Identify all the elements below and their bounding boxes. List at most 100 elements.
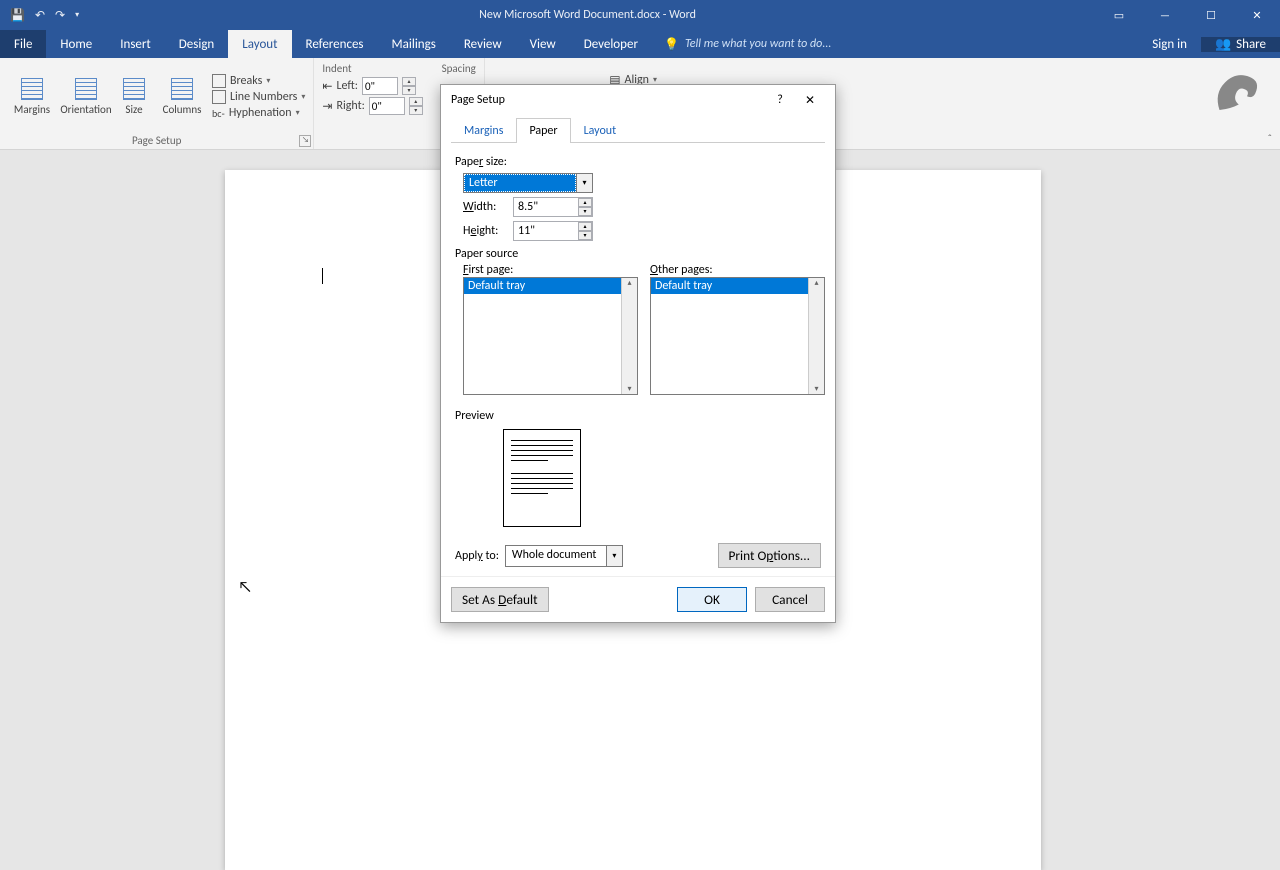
set-as-default-button[interactable]: Set As Default (451, 587, 549, 612)
chevron-down-icon[interactable]: ▾ (606, 546, 622, 566)
redo-icon[interactable]: ↷ (55, 8, 65, 23)
share-button[interactable]: 👥Share (1201, 37, 1280, 52)
paper-size-label: Paper size: (455, 155, 507, 169)
breaks-label: Breaks (230, 74, 262, 88)
listbox-scrollbar[interactable]: ▴▾ (621, 278, 637, 394)
tab-layout[interactable]: Layout (228, 30, 291, 58)
print-options-button[interactable]: Print Options... (718, 543, 822, 568)
window-controls: ▭ — ☐ ✕ (1096, 0, 1280, 30)
chevron-down-icon[interactable]: ▾ (576, 174, 592, 192)
spin-up[interactable]: ▴ (578, 198, 592, 207)
tab-developer[interactable]: Developer (570, 30, 652, 58)
title-bar: 💾 ↶ ↷ ▾ New Microsoft Word Document.docx… (0, 0, 1280, 30)
spin-up[interactable]: ▴ (402, 77, 416, 86)
listbox-scrollbar[interactable]: ▴▾ (808, 278, 824, 394)
other-pages-item[interactable]: Default tray (651, 278, 824, 294)
preview-label: Preview (455, 409, 821, 423)
tab-insert[interactable]: Insert (106, 30, 165, 58)
spacing-header: Spacing (442, 62, 476, 75)
window-title: New Microsoft Word Document.docx - Word (79, 8, 1096, 22)
breaks-button[interactable]: Breaks▾ (212, 74, 305, 88)
spin-down[interactable]: ▾ (578, 231, 592, 240)
spin-down[interactable]: ▾ (578, 207, 592, 216)
bulb-icon: 💡 (664, 37, 679, 52)
size-button[interactable]: Size (116, 62, 152, 132)
spin-down[interactable]: ▾ (409, 106, 423, 115)
tell-me-search[interactable]: 💡 Tell me what you want to do... (652, 30, 1138, 58)
group-page-setup: Margins Orientation Size Columns Breaks▾… (0, 58, 314, 149)
tab-view[interactable]: View (516, 30, 570, 58)
tab-design[interactable]: Design (165, 30, 228, 58)
dialog-titlebar: Page Setup ? ✕ (441, 85, 835, 115)
height-input[interactable]: ▴▾ (513, 221, 593, 241)
ribbon-display-icon[interactable]: ▭ (1096, 0, 1142, 30)
dialog-tab-layout[interactable]: Layout (571, 118, 630, 143)
dragon-logo (1206, 66, 1266, 121)
indent-left-input[interactable] (362, 77, 398, 95)
dialog-close-button[interactable]: ✕ (795, 93, 825, 108)
indent-right-icon: ⇥ (322, 99, 332, 114)
size-icon (123, 78, 145, 100)
margins-label: Margins (14, 103, 50, 116)
paper-size-value: Letter (464, 174, 576, 192)
margins-icon (21, 78, 43, 100)
columns-button[interactable]: Columns (158, 62, 206, 132)
tell-me-placeholder: Tell me what you want to do... (685, 37, 831, 51)
paper-source-label: Paper source (455, 247, 821, 261)
line-numbers-icon (212, 90, 226, 104)
orientation-button[interactable]: Orientation (62, 62, 110, 132)
tab-references[interactable]: References (292, 30, 378, 58)
text-cursor (322, 268, 323, 284)
page-setup-dialog: Page Setup ? ✕ Margins Paper Layout Pape… (440, 84, 836, 623)
other-pages-label: Other pages: (650, 263, 825, 277)
apply-to-label: Apply to: (455, 549, 499, 563)
indent-header: Indent (322, 62, 351, 75)
paper-size-combo[interactable]: Letter ▾ (463, 173, 593, 193)
margins-button[interactable]: Margins (8, 62, 56, 132)
dialog-help-button[interactable]: ? (765, 93, 795, 107)
sign-in-link[interactable]: Sign in (1138, 37, 1201, 52)
dialog-title: Page Setup (451, 93, 505, 107)
dialog-tab-margins[interactable]: Margins (451, 118, 516, 143)
apply-to-value: Whole document (506, 546, 606, 566)
cancel-button[interactable]: Cancel (755, 587, 825, 612)
tab-review[interactable]: Review (450, 30, 516, 58)
minimize-button[interactable]: — (1142, 0, 1188, 30)
first-page-label: First page: (463, 263, 638, 277)
tab-mailings[interactable]: Mailings (378, 30, 450, 58)
width-value[interactable] (514, 198, 578, 216)
line-numbers-label: Line Numbers (230, 90, 297, 104)
indent-right-label: Right: (336, 99, 364, 113)
dialog-tabs: Margins Paper Layout (451, 117, 825, 143)
tab-home[interactable]: Home (46, 30, 106, 58)
group-page-setup-label: Page Setup (8, 132, 305, 147)
first-page-listbox[interactable]: Default tray ▴▾ (463, 277, 638, 395)
first-page-item[interactable]: Default tray (464, 278, 637, 294)
size-label: Size (125, 103, 142, 116)
line-numbers-button[interactable]: Line Numbers▾ (212, 90, 305, 104)
maximize-button[interactable]: ☐ (1188, 0, 1234, 30)
breaks-icon (212, 74, 226, 88)
height-value[interactable] (514, 222, 578, 240)
save-icon[interactable]: 💾 (10, 8, 25, 23)
hyphenation-button[interactable]: bc‑Hyphenation▾ (212, 106, 305, 120)
share-label: Share (1236, 37, 1266, 52)
collapse-ribbon-icon[interactable]: ˆ (1268, 132, 1272, 145)
ribbon-tabs: File Home Insert Design Layout Reference… (0, 30, 1280, 58)
tab-file[interactable]: File (0, 30, 46, 58)
indent-right-input[interactable] (369, 97, 405, 115)
close-button[interactable]: ✕ (1234, 0, 1280, 30)
width-label: Width: (463, 200, 507, 214)
dialog-tab-paper[interactable]: Paper (516, 118, 570, 143)
spin-down[interactable]: ▾ (402, 86, 416, 95)
width-input[interactable]: ▴▾ (513, 197, 593, 217)
page-setup-dialog-launcher[interactable]: ↘ (299, 135, 311, 147)
apply-to-combo[interactable]: Whole document ▾ (505, 545, 623, 567)
ok-button[interactable]: OK (677, 587, 747, 612)
other-pages-listbox[interactable]: Default tray ▴▾ (650, 277, 825, 395)
orientation-label: Orientation (60, 103, 111, 116)
spin-up[interactable]: ▴ (578, 222, 592, 231)
spin-up[interactable]: ▴ (409, 97, 423, 106)
undo-icon[interactable]: ↶ (35, 8, 45, 23)
indent-left-label: Left: (336, 79, 358, 93)
